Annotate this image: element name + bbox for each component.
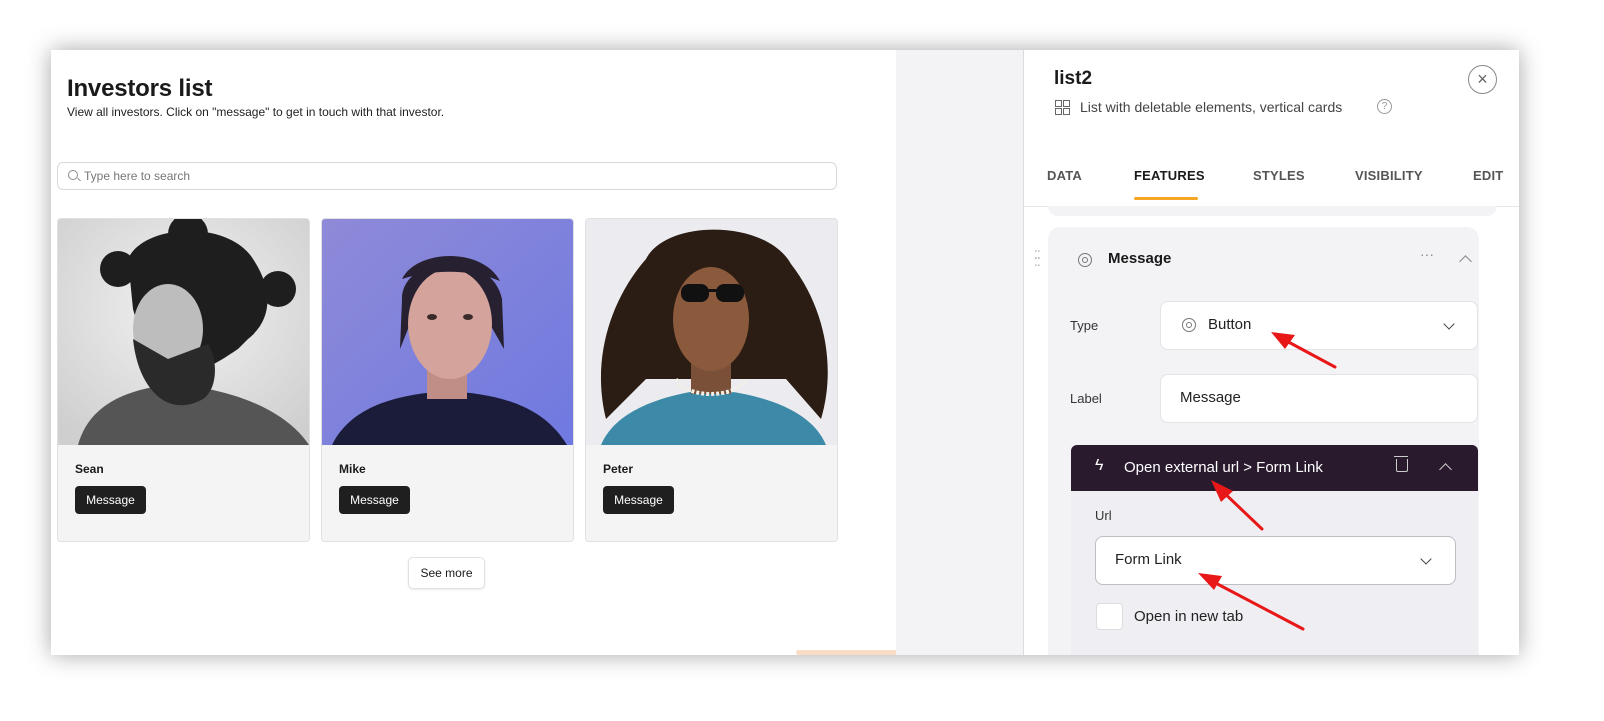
grid-icon xyxy=(1055,100,1070,115)
type-value: Button xyxy=(1208,316,1252,333)
label-input[interactable]: Message xyxy=(1160,374,1478,423)
url-value: Form Link xyxy=(1115,551,1182,568)
app-window: Investors list View all investors. Click… xyxy=(51,50,1519,655)
button-type-icon xyxy=(1182,318,1196,332)
message-button[interactable]: Message xyxy=(603,486,674,514)
url-select[interactable]: Form Link xyxy=(1095,536,1456,585)
canvas-gutter xyxy=(896,50,1024,655)
search-placeholder: Type here to search xyxy=(84,169,191,183)
bolt-icon: ϟ xyxy=(1095,457,1104,474)
component-description: List with deletable elements, vertical c… xyxy=(1080,99,1343,115)
see-more-button[interactable]: See more xyxy=(408,557,485,589)
page-title: Investors list xyxy=(67,75,213,102)
button-type-icon xyxy=(1078,253,1092,267)
investor-photo xyxy=(58,219,309,445)
chevron-down-icon xyxy=(1420,553,1432,565)
investor-card: Sean Message xyxy=(57,218,310,542)
search-input[interactable]: Type here to search xyxy=(57,162,837,190)
message-button[interactable]: Message xyxy=(339,486,410,514)
investor-photo xyxy=(586,219,837,445)
more-icon[interactable]: ··· xyxy=(1420,246,1434,262)
tab-styles[interactable]: STYLES xyxy=(1253,168,1305,183)
properties-panel: list2 List with deletable elements, vert… xyxy=(1024,50,1519,655)
tab-data[interactable]: DATA xyxy=(1047,168,1082,183)
label-value: Message xyxy=(1180,389,1241,406)
chevron-down-icon xyxy=(1443,318,1455,330)
tab-features[interactable]: FEATURES xyxy=(1134,168,1205,183)
investor-name: Mike xyxy=(339,462,366,476)
message-button[interactable]: Message xyxy=(75,486,146,514)
tab-visibility[interactable]: VISIBILITY xyxy=(1355,168,1423,183)
investor-photo xyxy=(322,219,573,445)
active-tab-indicator xyxy=(1134,197,1198,200)
open-new-tab-checkbox[interactable] xyxy=(1096,603,1123,630)
trash-icon[interactable] xyxy=(1394,456,1408,472)
drag-handle-icon[interactable]: ⁚⁚ ⁚⁚ xyxy=(1034,249,1041,268)
canvas-preview: Investors list View all investors. Click… xyxy=(51,50,931,655)
help-icon[interactable]: ? xyxy=(1377,99,1392,114)
page-subtitle: View all investors. Click on "message" t… xyxy=(67,105,445,119)
label-label: Label xyxy=(1070,391,1102,406)
close-icon[interactable]: × xyxy=(1468,65,1497,94)
chevron-up-icon[interactable] xyxy=(1439,463,1452,476)
investor-card: Mike Message xyxy=(321,218,574,542)
open-new-tab-label: Open in new tab xyxy=(1134,608,1244,625)
type-select[interactable]: Button xyxy=(1160,301,1478,350)
investor-name: Sean xyxy=(75,462,104,476)
type-label: Type xyxy=(1070,318,1099,333)
action-title: Open external url > Form Link xyxy=(1124,459,1323,476)
tab-edit[interactable]: EDIT xyxy=(1473,168,1503,183)
component-name: list2 xyxy=(1054,68,1093,89)
section-title: Message xyxy=(1108,250,1172,267)
search-icon xyxy=(68,170,78,180)
action-header[interactable]: ϟ Open external url > Form Link xyxy=(1071,445,1478,491)
panel-tabs: DATA FEATURES STYLES VISIBILITY EDIT xyxy=(1024,168,1519,206)
previous-section xyxy=(1048,206,1497,216)
url-label: Url xyxy=(1095,508,1112,523)
investor-name: Peter xyxy=(603,462,634,476)
investor-card: Peter Message xyxy=(585,218,838,542)
